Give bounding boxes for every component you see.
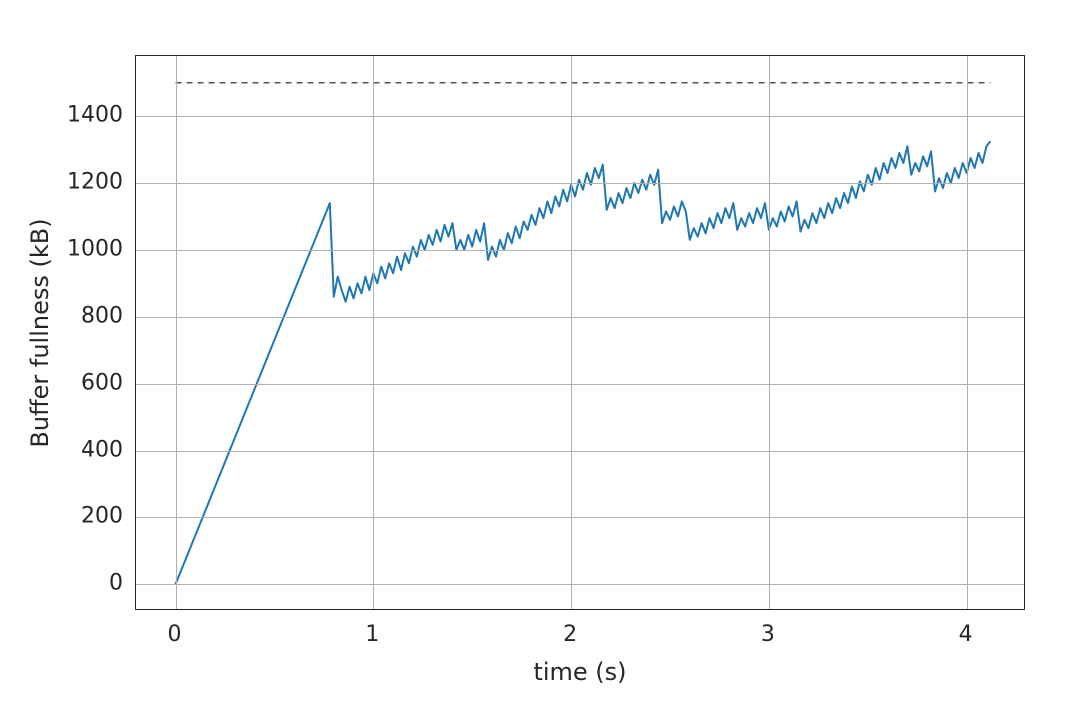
- gridline-horizontal: [136, 250, 1024, 251]
- plot-canvas: [136, 56, 1026, 611]
- gridline-vertical: [571, 56, 572, 609]
- gridline-vertical: [967, 56, 968, 609]
- x-tick-label: 1: [365, 622, 379, 647]
- y-axis-label: Buffer fullness (kB): [26, 218, 54, 447]
- y-tick-label: 600: [81, 370, 123, 395]
- gridline-horizontal: [136, 517, 1024, 518]
- y-tick-label: 200: [81, 504, 123, 529]
- gridline-horizontal: [136, 116, 1024, 117]
- y-tick-label: 400: [81, 437, 123, 462]
- gridline-horizontal: [136, 451, 1024, 452]
- x-tick-label: 3: [761, 622, 775, 647]
- gridline-vertical: [769, 56, 770, 609]
- gridline-horizontal: [136, 317, 1024, 318]
- x-tick-label: 2: [563, 622, 577, 647]
- y-tick-label: 0: [109, 571, 123, 596]
- y-tick-label: 1000: [67, 236, 123, 261]
- x-tick-label: 0: [168, 622, 182, 647]
- y-tick-label: 800: [81, 303, 123, 328]
- gridline-horizontal: [136, 584, 1024, 585]
- gridline-horizontal: [136, 183, 1024, 184]
- gridline-vertical: [373, 56, 374, 609]
- figure: time (s) Buffer fullness (kB) 0 1 2 3 4 0 200 4…: [0, 0, 1080, 705]
- gridline-vertical: [176, 56, 177, 609]
- y-tick-label: 1400: [67, 103, 123, 128]
- x-axis-label: time (s): [533, 658, 626, 686]
- plot-axes: [135, 55, 1025, 610]
- y-tick-label: 1200: [67, 170, 123, 195]
- x-tick-label: 4: [959, 622, 973, 647]
- gridline-horizontal: [136, 384, 1024, 385]
